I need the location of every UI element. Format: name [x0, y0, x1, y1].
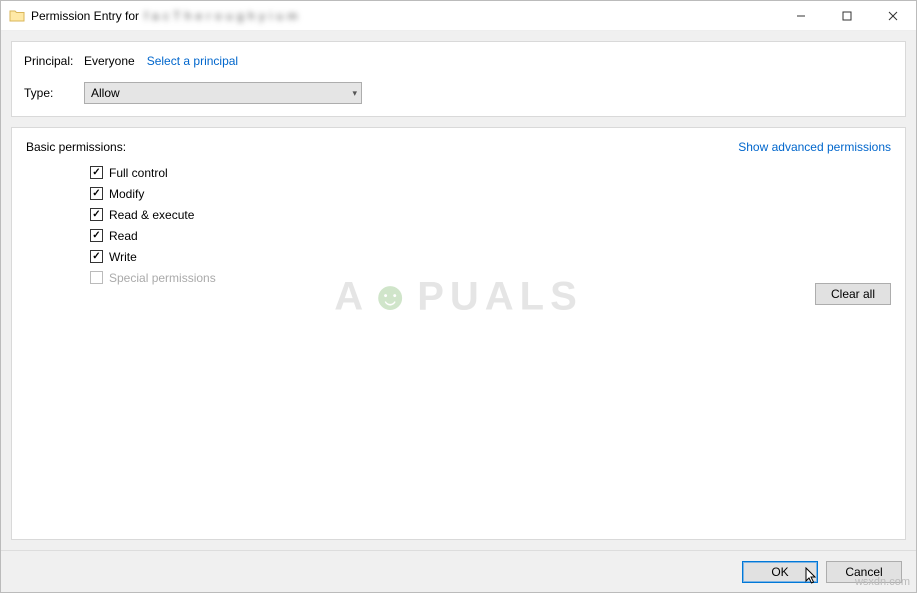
basic-permissions-label: Basic permissions: [26, 140, 126, 154]
titlebar: Permission Entry for f a c T h e r o u g… [1, 1, 916, 31]
permissions-panel: Basic permissions: Show advanced permiss… [11, 127, 906, 540]
permission-label: Read & execute [109, 208, 194, 222]
permission-label: Read [109, 229, 138, 243]
permission-checkbox[interactable] [90, 208, 103, 221]
dialog-footer: OK Cancel [1, 550, 916, 592]
permission-checkbox[interactable] [90, 229, 103, 242]
permission-label: Special permissions [109, 271, 216, 285]
window-title-prefix: Permission Entry for [31, 9, 139, 23]
permission-label: Write [109, 250, 137, 264]
type-row: Type: Allow ▾ [24, 82, 893, 104]
advanced-permissions-link[interactable]: Show advanced permissions [738, 140, 891, 154]
type-select-value: Allow [91, 86, 120, 100]
select-principal-link[interactable]: Select a principal [147, 54, 238, 68]
permission-checkbox[interactable] [90, 250, 103, 263]
cancel-label: Cancel [845, 565, 882, 579]
close-button[interactable] [870, 1, 916, 31]
permission-item: Full control [90, 162, 891, 183]
type-label: Type: [24, 86, 84, 100]
clear-all-button[interactable]: Clear all [815, 283, 891, 305]
permission-item: Special permissions [90, 267, 891, 288]
type-select[interactable]: Allow ▾ [84, 82, 362, 104]
permission-label: Modify [109, 187, 144, 201]
permission-checkbox [90, 271, 103, 284]
dialog-body: Principal: Everyone Select a principal T… [1, 31, 916, 550]
cancel-button[interactable]: Cancel [826, 561, 902, 583]
folder-icon [9, 8, 25, 24]
chevron-down-icon: ▾ [352, 88, 357, 99]
principal-panel: Principal: Everyone Select a principal T… [11, 41, 906, 117]
ok-button[interactable]: OK [742, 561, 818, 583]
permissions-list: Full control Modify Read & execute Read Writ… [90, 162, 891, 288]
principal-row: Principal: Everyone Select a principal [24, 54, 893, 68]
principal-value: Everyone [84, 54, 135, 68]
principal-label: Principal: [24, 54, 84, 68]
window-title: Permission Entry for f a c T h e r o u g… [31, 9, 298, 23]
window-title-obscured: f a c T h e r o u g h y i u m [144, 9, 297, 23]
permission-item: Modify [90, 183, 891, 204]
maximize-button[interactable] [824, 1, 870, 31]
ok-label: OK [771, 565, 788, 579]
permission-checkbox[interactable] [90, 187, 103, 200]
permission-checkbox[interactable] [90, 166, 103, 179]
permission-label: Full control [109, 166, 168, 180]
permission-item: Read [90, 225, 891, 246]
permission-item: Read & execute [90, 204, 891, 225]
permission-item: Write [90, 246, 891, 267]
minimize-button[interactable] [778, 1, 824, 31]
clear-all-label: Clear all [831, 287, 875, 301]
